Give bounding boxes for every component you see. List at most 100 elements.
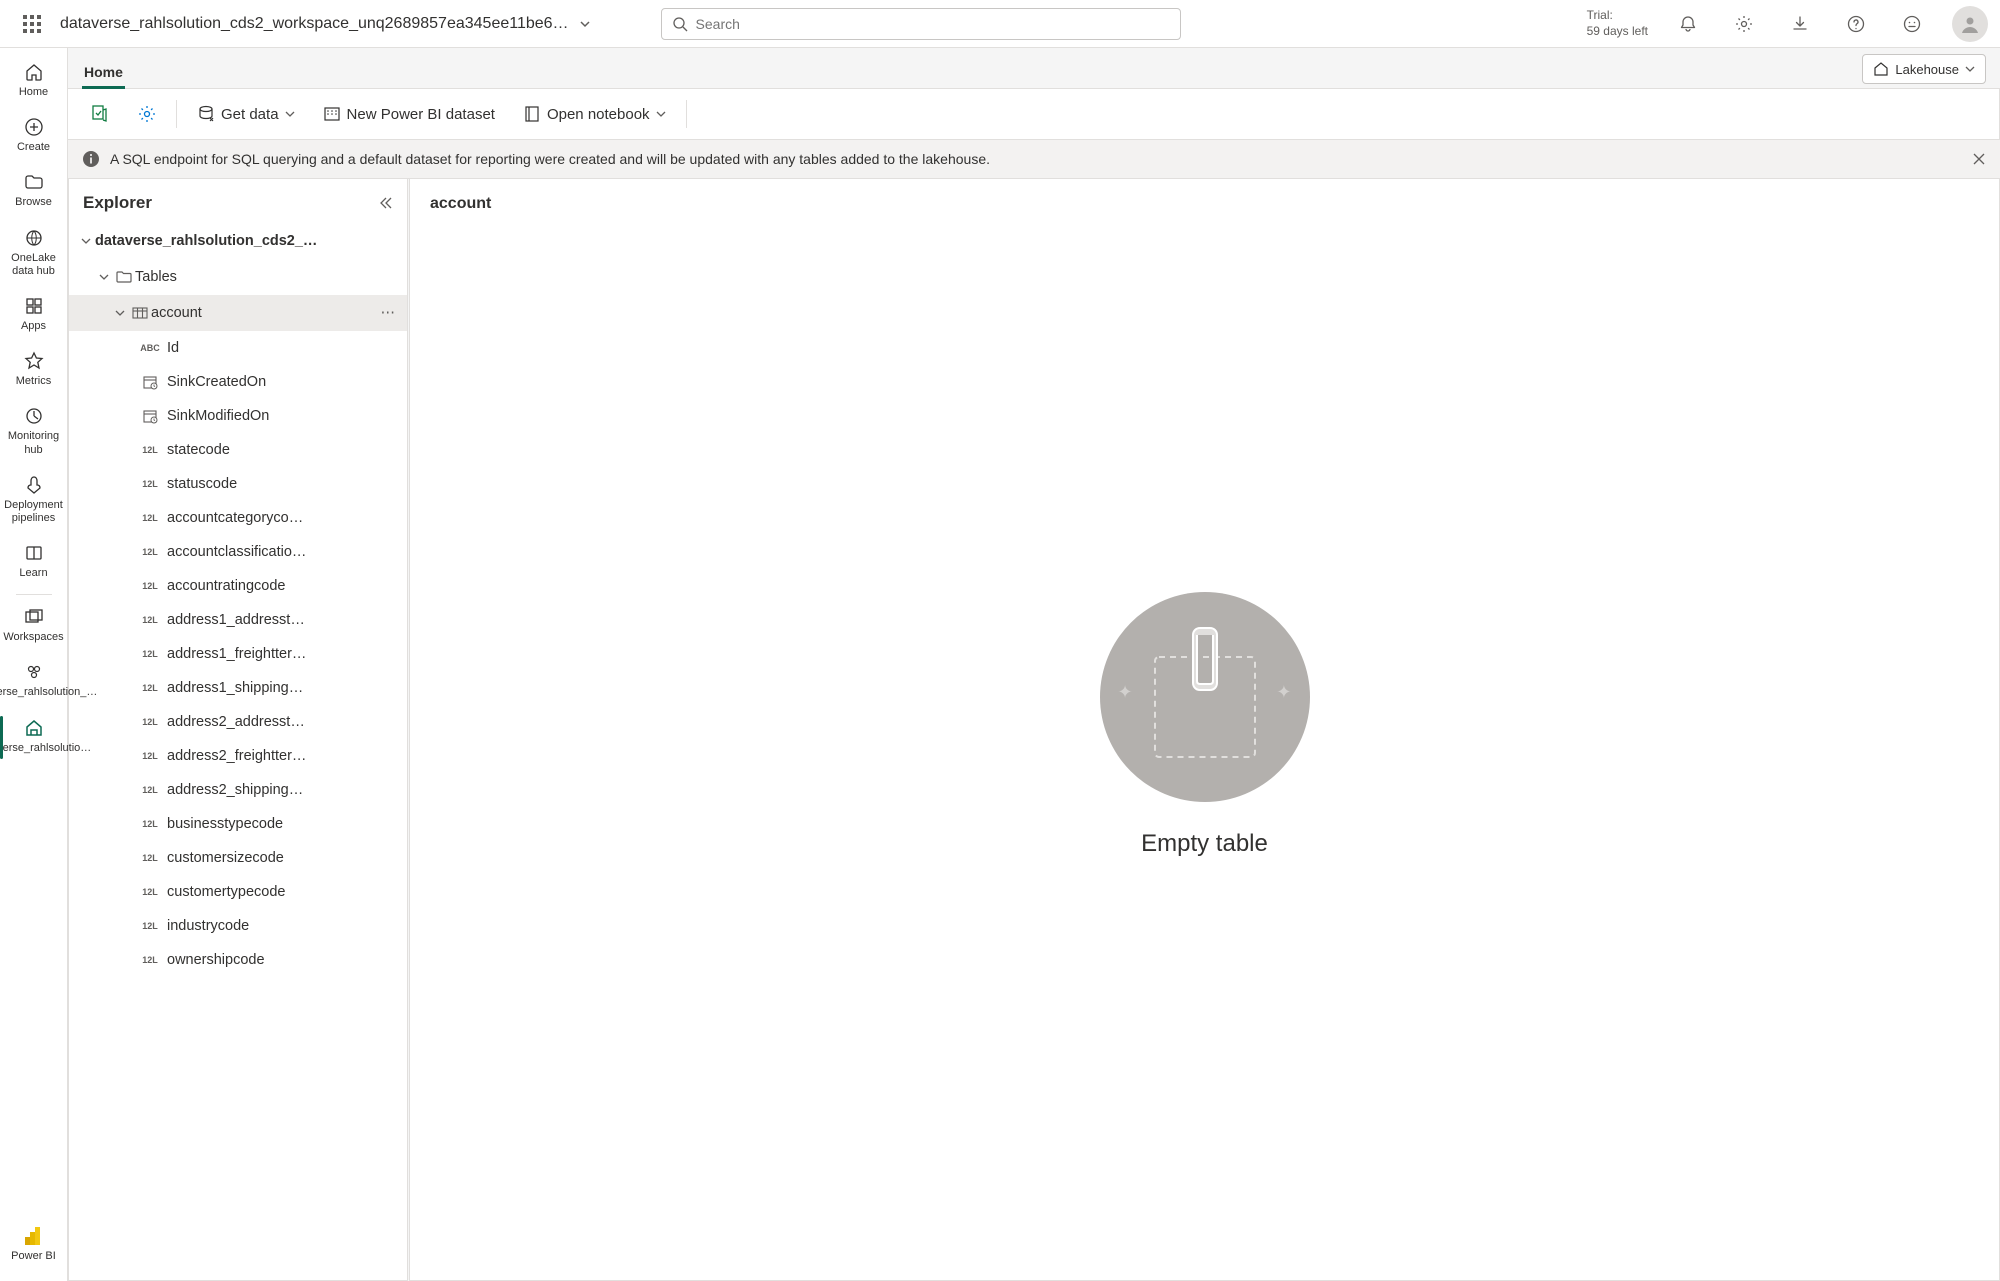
tree-root[interactable]: dataverse_rahlsolution_cds2_… — [69, 223, 407, 259]
metrics-icon — [24, 349, 44, 373]
home-icon — [24, 60, 44, 84]
toolbar: Get data New Power BI dataset Open noteb… — [68, 88, 2000, 140]
trial-status: Trial: 59 days left — [1587, 8, 1648, 39]
settings-icon[interactable] — [1728, 8, 1760, 40]
tree-column[interactable]: 12Laccountcategoryco… — [69, 501, 407, 535]
tree-column[interactable]: 12L ownershipcode — [69, 943, 407, 977]
tab-row: Home Lakehouse — [68, 48, 2000, 88]
number-type-icon: 12L — [139, 445, 161, 455]
folder-icon — [113, 269, 135, 285]
tree-column[interactable]: 12L statecode — [69, 433, 407, 467]
rail-workspace-2[interactable]: dataverse_rahlsolutio… — [4, 710, 64, 765]
rail-workspaces[interactable]: Workspaces — [4, 599, 64, 654]
sparkle-icon: ✦ — [1276, 682, 1291, 703]
column-name: Id — [167, 340, 399, 356]
number-type-icon: 12L — [139, 955, 161, 965]
tree-column[interactable]: 12Laddress1_freightter… — [69, 637, 407, 671]
rail-create[interactable]: Create — [4, 109, 64, 164]
detail-pane: account ✦ ✦ Empty table — [409, 179, 2000, 1281]
collapse-explorer-button[interactable] — [377, 195, 393, 211]
tree-column[interactable]: ABC Id — [69, 331, 407, 365]
breadcrumb-chevron-icon[interactable] — [579, 18, 591, 30]
apps-icon — [24, 294, 44, 318]
column-name: customersizecode — [167, 850, 399, 866]
chevron-down-icon — [1965, 64, 1975, 74]
rail-workspace-1[interactable]: dataverse_rahlsolution_… — [4, 654, 64, 709]
tab-home[interactable]: Home — [82, 58, 125, 89]
tree-column[interactable]: 12Laddress2_shipping… — [69, 773, 407, 807]
breadcrumb-title[interactable]: dataverse_rahlsolution_cds2_workspace_un… — [60, 15, 569, 33]
number-type-icon: 12L — [139, 513, 161, 523]
chevron-down-icon — [95, 271, 113, 283]
tree-column[interactable]: 12Laccountratingcode — [69, 569, 407, 603]
number-type-icon: 12L — [139, 581, 161, 591]
tree-table-account[interactable]: account ⋯ — [69, 295, 407, 331]
rail-metrics[interactable]: Metrics — [4, 343, 64, 398]
rail-onelake[interactable]: OneLake data hub — [4, 220, 64, 288]
tree-column[interactable]: 12Laddress1_addresst… — [69, 603, 407, 637]
search-box[interactable] — [661, 8, 1181, 40]
rail-monitoring[interactable]: Monitoring hub — [4, 398, 64, 466]
close-banner-button[interactable] — [1972, 152, 1986, 166]
tree-column[interactable]: 12Lcustomertypecode — [69, 875, 407, 909]
datetime-type-icon — [139, 408, 161, 424]
number-type-icon: 12L — [139, 479, 161, 489]
column-name: address2_addresst… — [167, 714, 399, 730]
empty-state: ✦ ✦ Empty table — [410, 199, 1999, 1250]
search-icon — [672, 16, 688, 32]
sparkle-icon: ✦ — [1118, 682, 1133, 703]
datetime-type-icon — [139, 374, 161, 390]
rail-browse[interactable]: Browse — [4, 164, 64, 219]
number-type-icon: 12L — [139, 853, 161, 863]
rail-powerbi[interactable]: Power BI — [4, 1218, 64, 1273]
empty-table-illustration: ✦ ✦ — [1100, 592, 1310, 802]
app-launcher-icon[interactable] — [12, 4, 52, 44]
open-notebook-button[interactable]: Open notebook — [513, 99, 676, 129]
column-name: SinkCreatedOn — [167, 374, 399, 390]
tree-column[interactable]: 12Lindustrycode — [69, 909, 407, 943]
text-type-icon: ABC — [139, 343, 161, 353]
notifications-icon[interactable] — [1672, 8, 1704, 40]
column-name: SinkModifiedOn — [167, 408, 399, 424]
chevron-down-icon — [656, 109, 666, 119]
new-dataset-button[interactable]: New Power BI dataset — [313, 99, 505, 129]
tree-column[interactable]: 12L statuscode — [69, 467, 407, 501]
column-name: statecode — [167, 442, 399, 458]
rail-home[interactable]: Home — [4, 54, 64, 109]
lakehouse-chip-icon — [1873, 61, 1889, 77]
feedback-icon[interactable] — [1896, 8, 1928, 40]
tree-column[interactable]: SinkModifiedOn — [69, 399, 407, 433]
tree-tables[interactable]: Tables — [69, 259, 407, 295]
chevron-down-icon — [285, 109, 295, 119]
search-input[interactable] — [696, 16, 1170, 32]
column-name: statuscode — [167, 476, 399, 492]
help-icon[interactable] — [1840, 8, 1872, 40]
chevron-down-icon — [111, 307, 129, 319]
tree-column[interactable]: 12Laddress2_addresst… — [69, 705, 407, 739]
get-data-button[interactable]: Get data — [187, 99, 305, 129]
left-nav-rail: Home Create Browse OneLake data hub Apps… — [0, 48, 68, 1281]
settings-gear-button[interactable] — [128, 99, 166, 129]
tree-column[interactable]: 12Lbusinesstypecode — [69, 807, 407, 841]
tree-column[interactable]: 12Laccountclassificatio… — [69, 535, 407, 569]
lakehouse-dropdown[interactable]: Lakehouse — [1862, 54, 1986, 84]
download-icon[interactable] — [1784, 8, 1816, 40]
refresh-button[interactable] — [80, 98, 120, 130]
account-avatar[interactable] — [1952, 6, 1988, 42]
tree-column[interactable]: 12Laddress2_freightter… — [69, 739, 407, 773]
number-type-icon: 12L — [139, 547, 161, 557]
rail-apps[interactable]: Apps — [4, 288, 64, 343]
column-name: address1_addresst… — [167, 612, 399, 628]
number-type-icon: 12L — [139, 921, 161, 931]
tree-column[interactable]: 12L customersizecode — [69, 841, 407, 875]
column-name: ownershipcode — [167, 952, 399, 968]
create-icon — [24, 115, 44, 139]
number-type-icon: 12L — [139, 819, 161, 829]
tree-column[interactable]: 12Laddress1_shipping… — [69, 671, 407, 705]
rail-learn[interactable]: Learn — [4, 535, 64, 590]
workspace-icon — [24, 660, 44, 684]
monitoring-icon — [24, 404, 44, 428]
rail-deployment[interactable]: Deployment pipelines — [4, 467, 64, 535]
tree-column[interactable]: SinkCreatedOn — [69, 365, 407, 399]
more-options-button[interactable]: ⋯ — [377, 305, 400, 321]
